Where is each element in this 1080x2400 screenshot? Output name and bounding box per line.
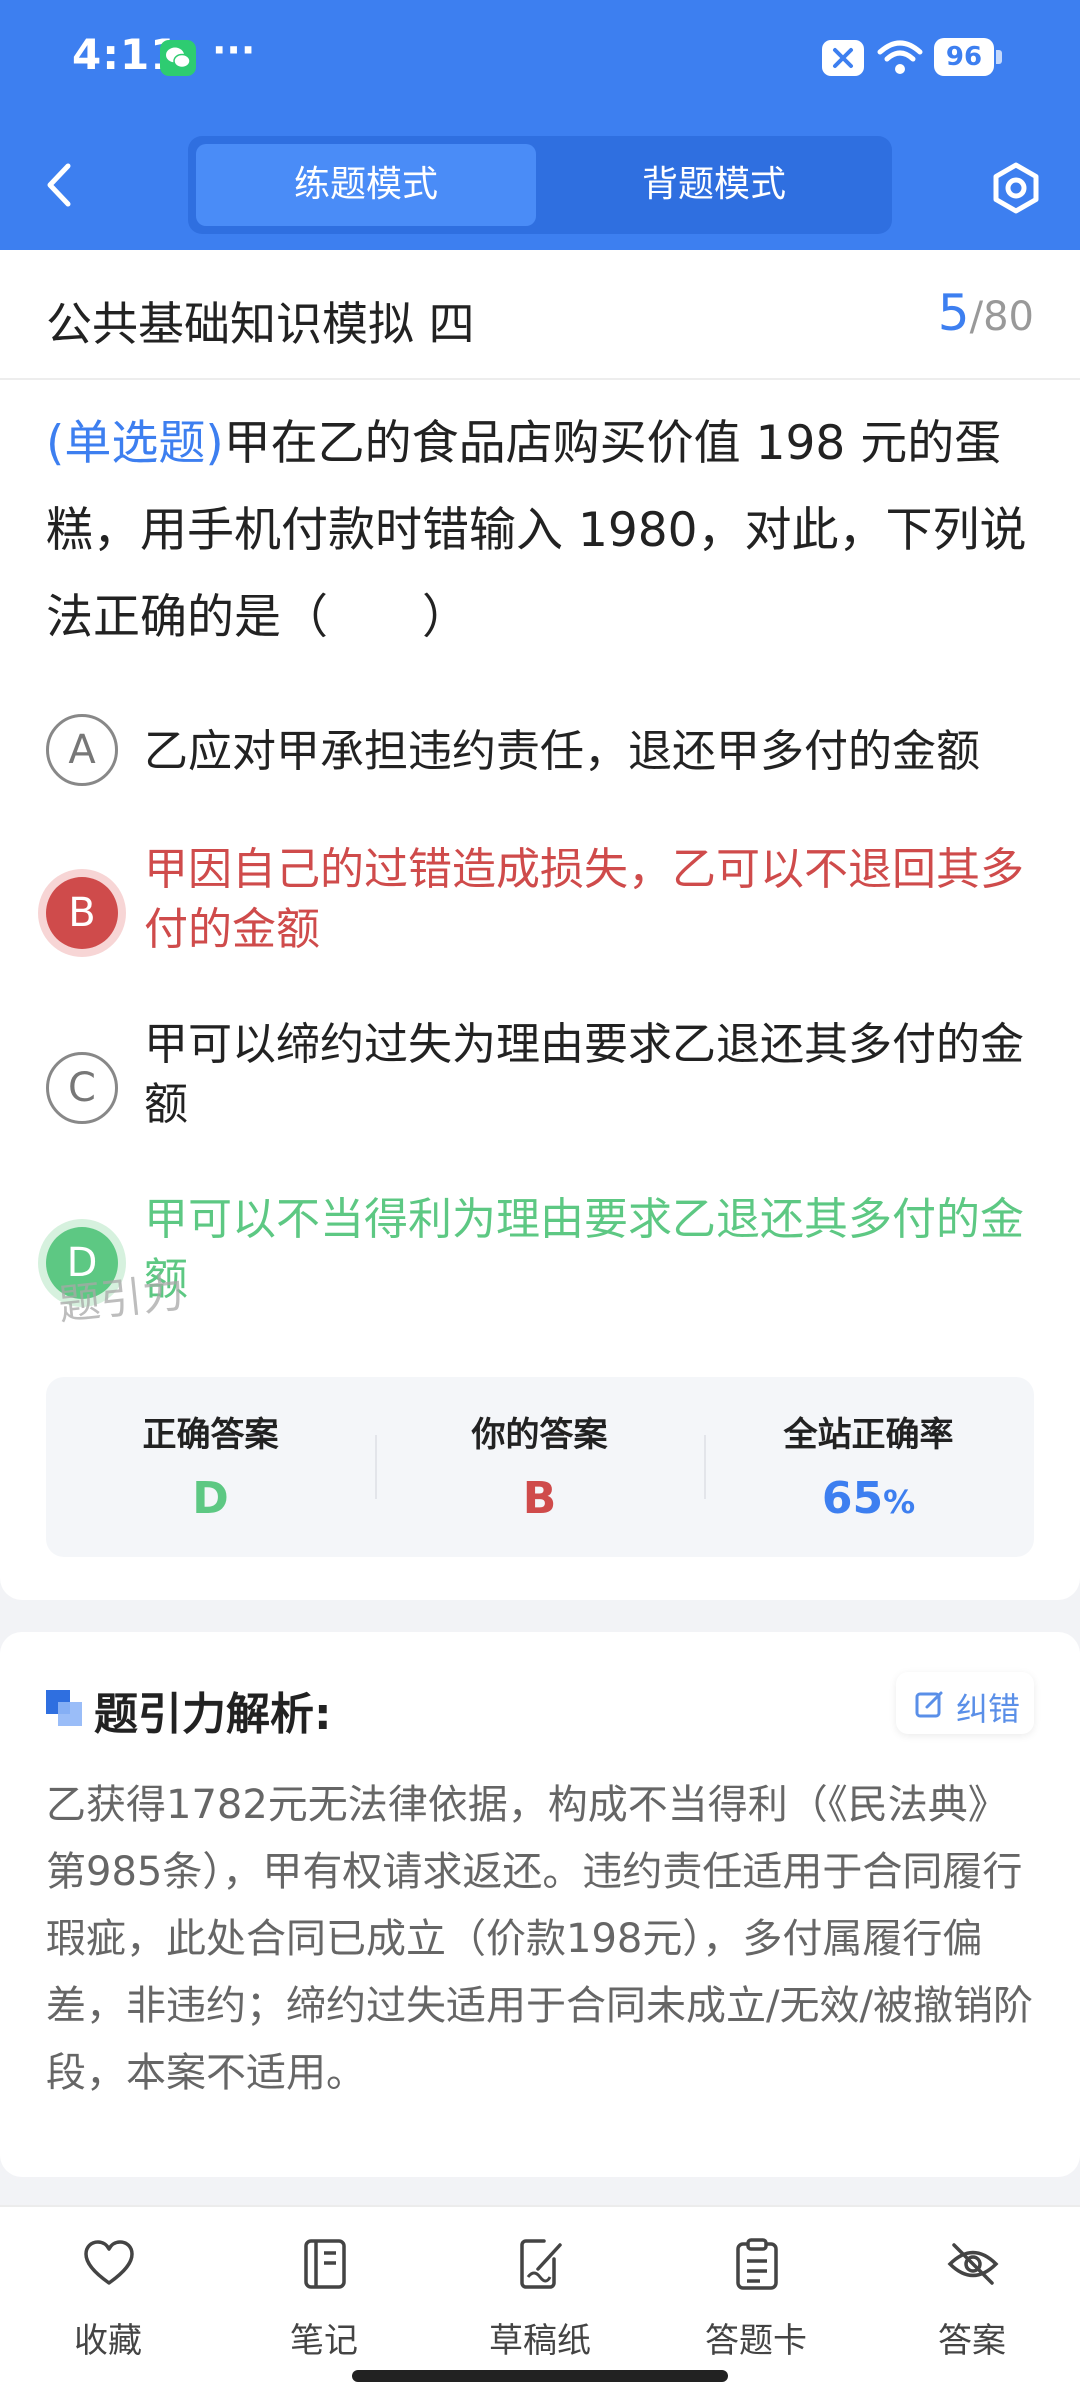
more-notifications-icon: ··· [212,28,256,72]
accuracy-unit: % [883,1483,916,1521]
correct-answer-label: 正确答案 [142,1415,279,1455]
correct-answer-value: D [192,1473,229,1524]
heart-icon [84,2240,134,2285]
tab-memorize-mode[interactable]: 背题模式 [544,144,884,226]
report-error-label: 纠错 [956,1690,1021,1728]
question-title-row: 公共基础知识模拟 四 5/80 [0,250,1080,380]
total-question-count: 80 [983,294,1034,340]
battery-indicator: 96 [934,38,994,76]
option-c[interactable]: C 甲可以缔约过失为理由要求乙退还其多付的金额 [46,1015,1040,1145]
wifi-icon [876,38,924,82]
tab-practice-mode[interactable]: 练题模式 [196,144,536,226]
nav-favorite[interactable]: 收藏 [8,2229,208,2369]
nav-show-answer-label: 答案 [938,2321,1006,2361]
progress-separator: / [969,294,984,340]
nav-notes-label: 笔记 [290,2321,358,2361]
draft-icon [520,2239,562,2289]
option-text-b: 甲因自己的过错造成损失，乙可以不退回其多付的金额 [144,844,1024,955]
option-letter-a: A [46,714,118,786]
your-answer-col: 你的答案 B [375,1377,704,1557]
nav-scratchpad[interactable]: 草稿纸 [440,2229,640,2369]
analysis-text: 乙获得1782元无法律依据，构成不当得利（《民法典》第985条），甲有权请求返还… [46,1782,1033,2096]
your-answer-value: B [522,1473,557,1524]
status-bar: 4:11 ··· 96 [0,0,1080,120]
nav-show-answer[interactable]: 答案 [872,2229,1072,2369]
mode-toggle: 练题模式 背题模式 [188,136,892,234]
analysis-card: 题引力解析: 纠错 乙获得1782元无法律依据，构成不当得利（《民法典》第985… [0,1632,1080,2177]
answer-summary: 正确答案 D 你的答案 B 全站正确率 65% [46,1377,1034,1557]
question-card: 公共基础知识模拟 四 5/80 (单选题)甲在乙的食品店购买价值 198 元的蛋… [0,250,1080,1600]
home-indicator [352,2370,728,2382]
mute-icon [822,40,864,76]
option-d[interactable]: D 甲可以不当得利为理由要求乙退还其多付的金额 [46,1190,1040,1320]
option-text-d: 甲可以不当得利为理由要求乙退还其多付的金额 [144,1194,1024,1305]
option-b[interactable]: B 甲因自己的过错造成损失，乙可以不退回其多付的金额 [46,840,1040,970]
accuracy-number: 65 [821,1473,884,1524]
analysis-logo-icon [46,1690,82,1730]
exam-title: 公共基础知识模拟 四 [46,297,475,351]
question-progress: 5/80 [938,284,1034,342]
nav-notes[interactable]: 笔记 [224,2229,424,2369]
edit-icon [915,1691,943,1718]
your-answer-label: 你的答案 [471,1415,608,1455]
nav-answer-sheet-label: 答题卡 [705,2321,807,2361]
correct-answer-col: 正确答案 D [46,1377,375,1557]
analysis-title: 题引力解析: [94,1689,332,1740]
question-type: (单选题) [46,416,224,471]
back-icon[interactable] [40,160,80,210]
accuracy-col: 全站正确率 65% [704,1377,1033,1557]
option-letter-b: B [46,877,118,949]
option-a[interactable]: A 乙应对甲承担违约责任，退还甲多付的金额 [46,714,1040,796]
question-text: (单选题)甲在乙的食品店购买价值 198 元的蛋糕，用手机付款时错输入 1980… [46,400,1040,661]
clipboard-icon [736,2238,778,2290]
nav-answer-sheet[interactable]: 答题卡 [656,2229,856,2369]
option-letter-c: C [46,1052,118,1124]
report-error-button[interactable]: 纠错 [896,1672,1034,1734]
nav-scratchpad-label: 草稿纸 [489,2321,591,2361]
accuracy-value: 65% [704,1473,1033,1524]
eye-off-icon [947,2243,999,2285]
option-text-c: 甲可以缔约过失为理由要求乙退还其多付的金额 [144,1019,1024,1130]
nav-favorite-label: 收藏 [74,2321,142,2361]
app-header: 4:11 ··· 96 练题模式 背题模式 [0,0,1080,250]
settings-icon[interactable] [988,160,1044,220]
option-text-a: 乙应对甲承担违约责任，退还甲多付的金额 [144,726,980,777]
battery-tip [996,50,1002,64]
accuracy-label: 全站正确率 [783,1415,954,1455]
notebook-icon [304,2239,346,2289]
current-question-number: 5 [937,284,970,342]
wechat-icon [160,40,196,76]
